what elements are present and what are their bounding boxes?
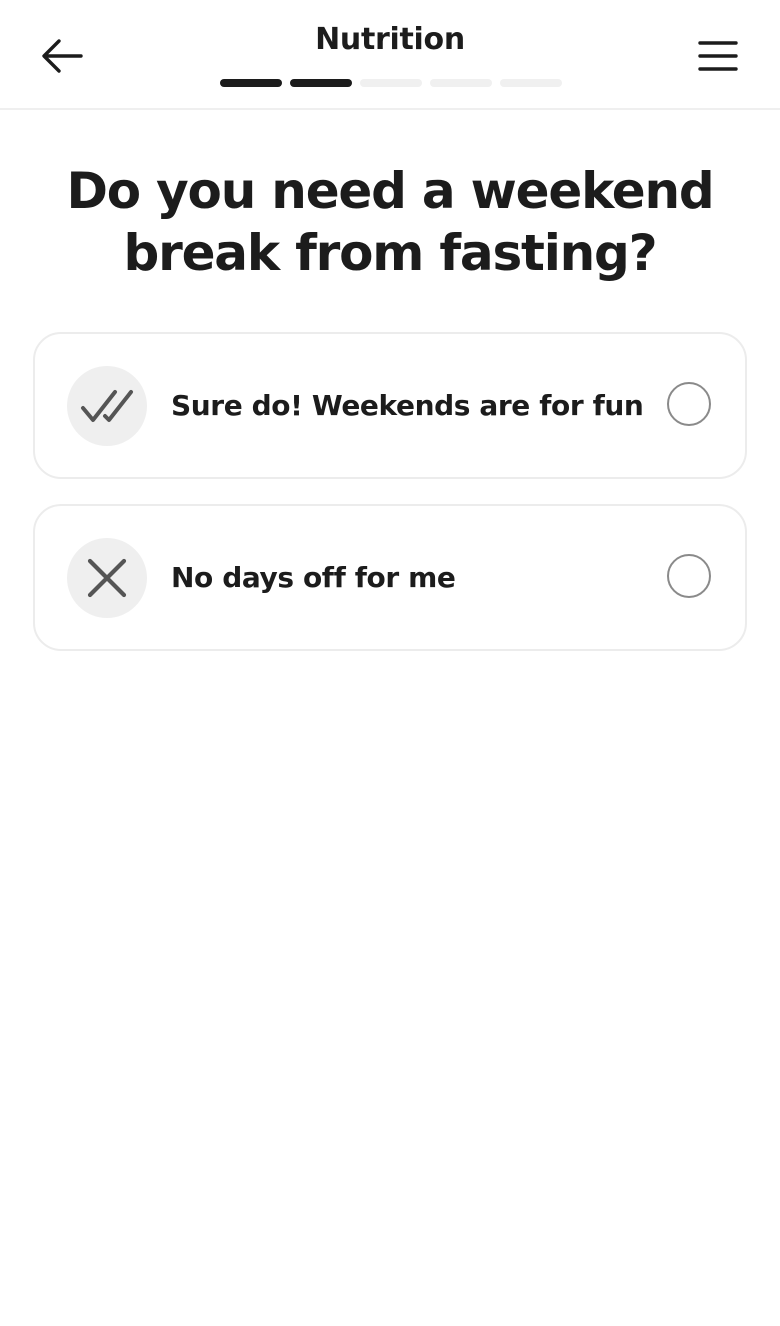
option-label: Sure do! Weekends are for fun (171, 389, 644, 422)
option-icon-container (67, 538, 147, 618)
top-bar: Nutrition (0, 0, 780, 110)
option-icon-container (67, 366, 147, 446)
question-line-1: Do you need a weekend (66, 162, 715, 220)
option-radio[interactable] (667, 554, 711, 598)
progress-step-3 (360, 79, 422, 87)
double-check-icon (81, 390, 133, 422)
menu-button[interactable] (690, 30, 746, 82)
question-line-2: break from fasting? (123, 224, 658, 282)
option-card-no-days-off[interactable]: No days off for me (33, 504, 747, 651)
progress-step-1 (220, 79, 282, 87)
close-x-icon (87, 558, 127, 598)
progress-step-4 (430, 79, 492, 87)
page-title: Nutrition (315, 22, 465, 57)
progress-bar (220, 79, 562, 87)
question-heading: Do you need a weekend break from fasting… (40, 160, 740, 284)
option-radio[interactable] (667, 382, 711, 426)
hamburger-menu-icon (698, 41, 738, 71)
option-label: No days off for me (171, 561, 456, 594)
progress-step-2 (290, 79, 352, 87)
progress-step-5 (500, 79, 562, 87)
option-card-weekend-break[interactable]: Sure do! Weekends are for fun (33, 332, 747, 479)
